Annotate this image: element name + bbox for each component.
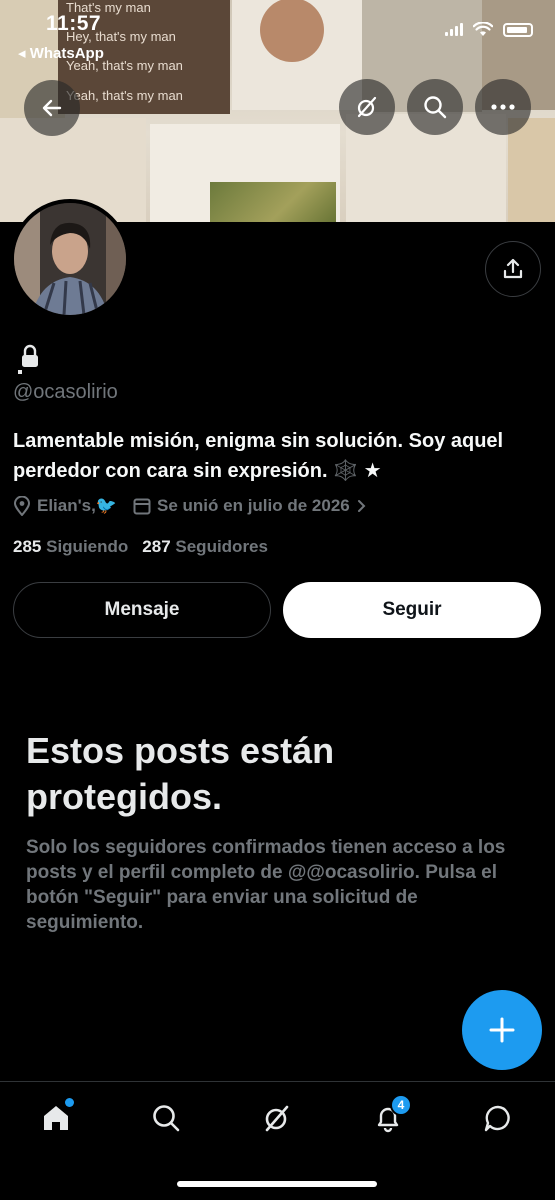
protected-posts-title: Estos posts están protegidos. (26, 730, 335, 817)
more-icon (491, 104, 515, 110)
location-icon (13, 496, 31, 516)
nav-home[interactable] (36, 1098, 76, 1136)
profile-joined[interactable]: Se unió en julio de 2026 (133, 496, 366, 516)
grok-icon (265, 1105, 289, 1132)
nav-search[interactable] (146, 1100, 186, 1136)
grok-button[interactable] (339, 79, 395, 135)
share-button[interactable] (485, 241, 541, 297)
back-to-app-link[interactable]: ◂ WhatsApp (18, 44, 104, 62)
followers-label: Seguidores (175, 537, 268, 556)
plus-icon (489, 1017, 515, 1043)
home-new-indicator (65, 1098, 74, 1107)
grok-icon (357, 96, 377, 118)
nav-grok[interactable] (257, 1100, 297, 1136)
messages-icon (484, 1105, 510, 1132)
more-button[interactable] (475, 79, 531, 135)
battery-icon (503, 22, 533, 37)
following-link[interactable]: 285 Siguiendo (13, 537, 128, 557)
avatar[interactable] (10, 199, 130, 319)
banner-collage-tile (508, 118, 555, 222)
banner-collage-tile (150, 124, 340, 222)
following-label: Siguiendo (46, 537, 129, 556)
bottom-nav: 4 (0, 1081, 555, 1200)
avatar-photo (14, 203, 126, 315)
banner-chat-line: Yeah, that's my man (66, 88, 183, 103)
follow-stats: 285 Siguiendo 287 Seguidores (13, 537, 268, 557)
message-button[interactable]: Mensaje (13, 582, 271, 638)
status-icons (445, 22, 533, 37)
signal-icon (445, 23, 463, 36)
followers-link[interactable]: 287 Seguidores (142, 537, 268, 557)
location-text: Elian's,🐦 (37, 496, 118, 515)
protected-account-indicator (18, 343, 42, 380)
profile-location: Elian's,🐦 (13, 496, 117, 516)
search-icon (153, 1105, 180, 1132)
notifications-badge: 4 (390, 1094, 412, 1116)
search-button[interactable] (407, 79, 463, 135)
profile-bio: Lamentable misión, enigma sin solución. … (13, 430, 504, 482)
back-button[interactable] (24, 80, 80, 136)
followers-count: 287 (142, 537, 171, 556)
back-arrow-icon (42, 99, 62, 117)
nav-messages[interactable] (478, 1100, 518, 1136)
lock-icon (18, 344, 38, 374)
protected-posts-text: Solo los seguidores confirmados tienen a… (26, 837, 506, 933)
profile-handle: @ocasolirio (13, 381, 118, 403)
joined-text: Se unió en julio de 2026 (157, 496, 350, 515)
share-icon (503, 258, 523, 279)
status-time: 11:57 (46, 12, 102, 35)
profile-meta: Elian's,🐦 Se unió en julio de 2026 (13, 496, 382, 516)
following-count: 285 (13, 537, 42, 556)
calendar-icon (133, 498, 151, 515)
nav-notifications[interactable]: 4 (368, 1094, 412, 1136)
chevron-right-icon (357, 500, 366, 512)
search-icon (424, 96, 447, 119)
home-indicator[interactable] (177, 1181, 377, 1187)
compose-post-button[interactable] (462, 990, 542, 1070)
wifi-icon (473, 22, 493, 36)
follow-button[interactable]: Seguir (283, 582, 541, 638)
